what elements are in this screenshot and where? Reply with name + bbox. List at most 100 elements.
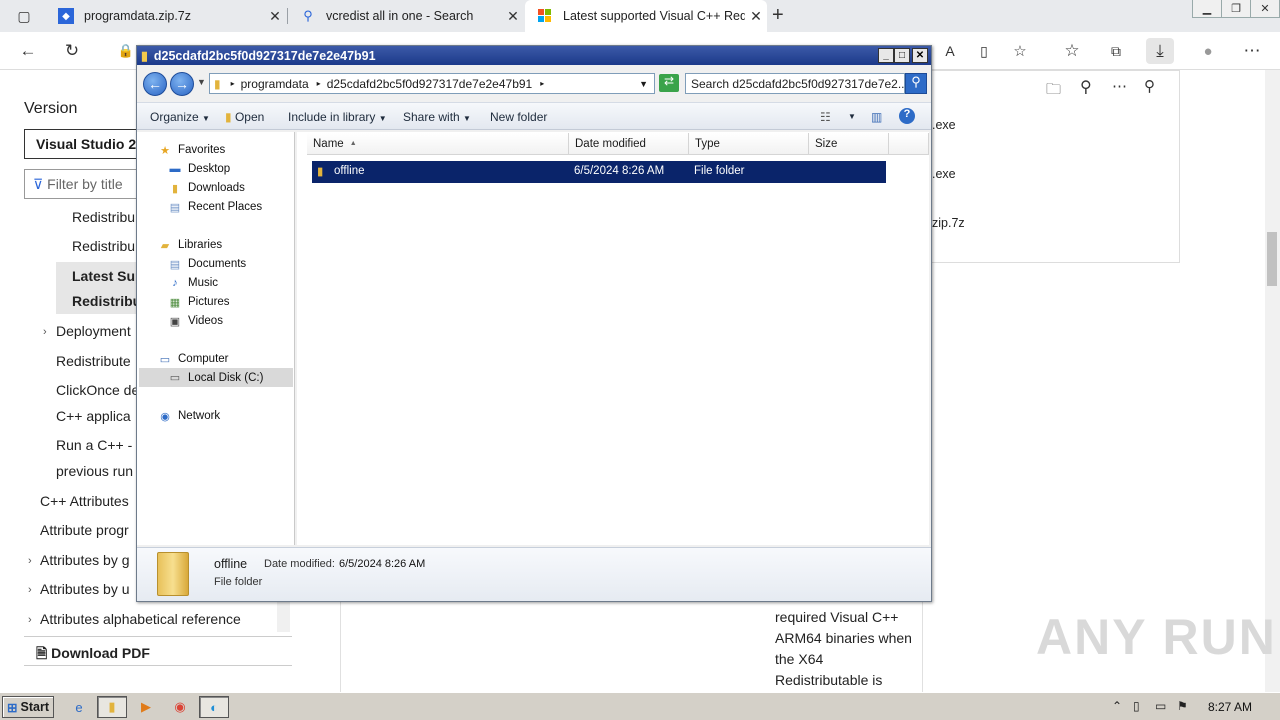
explorer-icon[interactable]: ▮ — [97, 696, 127, 718]
nav-recent-places[interactable]: ▤ Recent Places — [167, 200, 262, 214]
nav-item[interactable]: ClickOnce de — [56, 382, 139, 398]
tab-visual-cpp[interactable]: Latest supported Visual C++ Red ✕ — [525, 0, 767, 32]
read-aloud-icon[interactable]: A — [936, 38, 964, 64]
immersive-reader-icon[interactable]: ▯ — [970, 38, 998, 64]
new-tab-button[interactable]: + — [772, 4, 784, 27]
close-icon[interactable]: ✕ — [912, 48, 928, 63]
chevron-right-icon[interactable]: › — [28, 614, 32, 626]
nav-pictures[interactable]: ▦ Pictures — [167, 295, 230, 309]
help-icon[interactable]: ? — [899, 108, 915, 124]
chevron-right-icon[interactable]: ▸ — [540, 79, 544, 88]
nav-item[interactable]: Deployment — [56, 323, 131, 339]
organize-menu[interactable]: Organize ▼ — [150, 110, 210, 124]
collections-icon[interactable]: ⧉ — [1102, 38, 1130, 64]
search-icon[interactable]: ⚲ — [1080, 77, 1092, 97]
close-icon[interactable]: ✕ — [745, 8, 767, 25]
maximize-icon[interactable]: □ — [894, 48, 910, 63]
open-button[interactable]: ▮ Open — [225, 110, 264, 124]
back-icon[interactable]: ← — [143, 72, 167, 96]
column-type[interactable]: Type — [689, 133, 809, 155]
nav-item[interactable]: Redistribu — [72, 209, 135, 225]
file-row[interactable]: ▮ offline 6/5/2024 8:26 AM File folder — [312, 161, 886, 183]
nav-local-disk[interactable]: ▭ Local Disk (C:) — [139, 368, 293, 387]
start-button[interactable]: ⊞ Start — [2, 696, 54, 718]
ie-icon[interactable]: e — [64, 696, 94, 718]
nav-desktop[interactable]: ▬ Desktop — [167, 162, 231, 176]
nav-scrollbar[interactable] — [277, 600, 290, 632]
new-folder-button[interactable]: New folder — [490, 110, 547, 124]
close-window-icon[interactable]: ✕ — [1250, 0, 1280, 18]
chevron-right-icon[interactable]: ▸ — [231, 79, 235, 88]
nav-item[interactable]: Attributes by u — [40, 581, 130, 597]
nav-libraries[interactable]: ▰ Libraries — [157, 238, 222, 252]
nav-videos[interactable]: ▣ Videos — [167, 314, 223, 328]
nav-item[interactable]: C++ Attributes — [40, 493, 129, 509]
chevron-down-icon[interactable]: ▼ — [639, 79, 648, 89]
tab-search[interactable]: ⚲ vcredist all in one - Search ✕ — [288, 0, 524, 32]
edge-icon[interactable]: ◐ — [199, 696, 229, 718]
nav-item[interactable]: Run a C++ - — [56, 437, 132, 453]
more-icon[interactable]: ⋯ — [1238, 38, 1266, 64]
chevron-right-icon[interactable]: ▸ — [317, 79, 321, 88]
media-player-icon[interactable]: ▶ — [131, 696, 161, 718]
nav-item[interactable]: Redistribute — [56, 353, 131, 369]
favorites-icon[interactable]: ☆ — [1058, 38, 1086, 64]
refresh-icon[interactable]: ⇄ — [659, 74, 679, 92]
refresh-icon[interactable]: ↻ — [58, 38, 86, 64]
downloads-icon[interactable]: ⤓ — [1146, 38, 1174, 64]
nav-favorites[interactable]: ★ Favorites — [157, 143, 225, 157]
column-name[interactable]: Name ▲ — [307, 133, 569, 155]
search-icon[interactable]: ⚲ — [905, 73, 927, 94]
nav-music[interactable]: ♪ Music — [167, 276, 218, 290]
chevron-right-icon[interactable]: › — [43, 326, 47, 338]
nav-item[interactable]: previous run — [56, 463, 133, 479]
chevron-right-icon[interactable]: › — [28, 555, 32, 567]
minimize-icon[interactable]: _ — [878, 48, 894, 63]
nav-item[interactable]: Attributes by g — [40, 552, 130, 568]
nav-item[interactable]: Redistribu — [72, 238, 135, 254]
nav-downloads[interactable]: ▮ Downloads — [167, 181, 245, 195]
nav-item[interactable]: C++ applica — [56, 408, 131, 424]
close-icon[interactable]: ✕ — [502, 8, 524, 25]
download-item[interactable]: zip.7z — [932, 216, 965, 230]
nav-item[interactable]: Attribute progr — [40, 522, 129, 538]
pin-icon[interactable]: ⚲ — [1144, 77, 1155, 95]
nav-computer[interactable]: ▭ Computer — [157, 352, 229, 366]
download-item[interactable]: .exe — [932, 167, 956, 181]
view-options-icon[interactable]: ☷ — [820, 110, 831, 124]
minimize-icon[interactable]: ▁ — [1192, 0, 1222, 18]
page-scrollbar[interactable] — [1265, 70, 1280, 692]
add-favorite-icon[interactable]: ☆ — [1006, 38, 1034, 64]
restore-icon[interactable]: ❐ — [1221, 0, 1251, 18]
download-item[interactable]: .exe — [932, 118, 956, 132]
tray-icon[interactable]: ▯ — [1133, 699, 1140, 713]
preview-pane-icon[interactable]: ▥ — [871, 110, 882, 124]
nav-item[interactable]: Attributes alphabetical reference — [40, 611, 241, 627]
clock[interactable]: 8:27 AM — [1208, 700, 1252, 714]
tab-programdata[interactable]: ◆ programdata.zip.7z ✕ — [46, 0, 286, 32]
chevron-down-icon[interactable]: ▼ — [848, 112, 856, 121]
column-size[interactable]: Size — [809, 133, 889, 155]
nav-item-current[interactable]: Latest Sup — [72, 268, 144, 284]
breadcrumb-item[interactable]: programdata — [241, 77, 309, 91]
open-folder-icon[interactable]: 🗀 — [1046, 79, 1061, 104]
nav-network[interactable]: ◉ Network — [157, 409, 220, 423]
recent-pages-icon[interactable]: ▼ — [197, 77, 206, 87]
close-icon[interactable]: ✕ — [264, 8, 286, 25]
forward-icon[interactable]: → — [170, 72, 194, 96]
chrome-icon[interactable]: ◉ — [165, 696, 195, 718]
column-date[interactable]: Date modified — [569, 133, 689, 155]
nav-item-current[interactable]: Redistribu — [72, 293, 141, 309]
network-tray-icon[interactable]: ▭ — [1155, 699, 1166, 713]
show-hidden-icons[interactable]: ⌃ — [1112, 699, 1122, 713]
flag-icon[interactable]: ⚑ — [1177, 699, 1188, 713]
more-options-icon[interactable]: ⋯ — [1112, 77, 1127, 95]
back-icon[interactable]: ← — [14, 38, 42, 64]
include-library-menu[interactable]: Include in library ▼ — [288, 110, 387, 124]
avatar[interactable]: ● — [1194, 38, 1222, 64]
breadcrumb-item[interactable]: d25cdafd2bc5f0d927317de7e2e47b91 — [327, 77, 533, 91]
chevron-right-icon[interactable]: › — [28, 584, 32, 596]
address-input[interactable]: ▮ ▸ programdata ▸ d25cdafd2bc5f0d927317d… — [209, 73, 655, 94]
nav-documents[interactable]: ▤ Documents — [167, 257, 246, 271]
tab-actions-icon[interactable]: ▢ — [10, 3, 38, 29]
